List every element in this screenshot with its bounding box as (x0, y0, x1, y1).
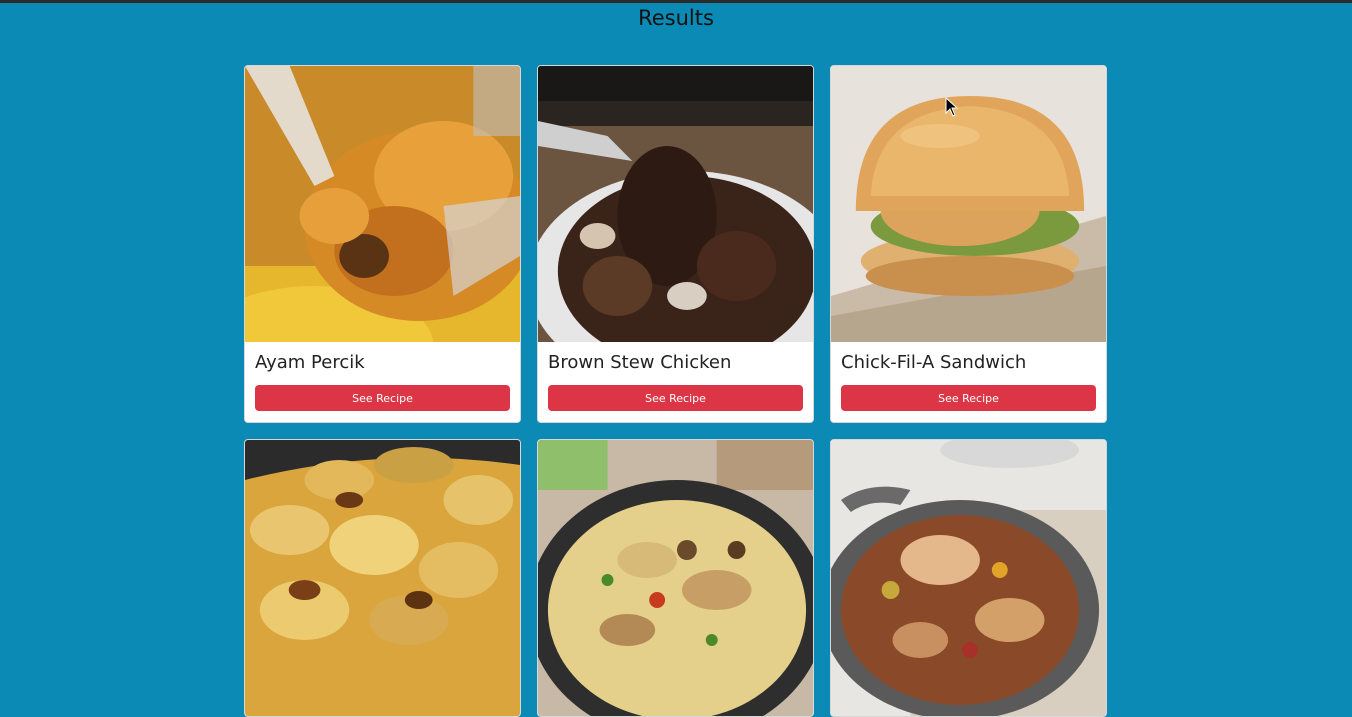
window-top-bar (0, 0, 1352, 3)
recipe-image[interactable] (538, 440, 813, 716)
recipe-image[interactable] (245, 66, 520, 342)
recipe-image[interactable] (538, 66, 813, 342)
recipe-image[interactable] (831, 440, 1106, 716)
recipe-card (830, 439, 1107, 717)
mouse-cursor-icon (945, 97, 959, 117)
recipe-image[interactable] (831, 66, 1106, 342)
recipe-card (537, 439, 814, 717)
recipe-title: Chick-Fil-A Sandwich (841, 352, 1027, 373)
recipe-title: Brown Stew Chicken (548, 352, 732, 373)
see-recipe-button[interactable]: See Recipe (255, 385, 510, 411)
recipe-title: Ayam Percik (255, 352, 365, 373)
recipe-card: Chick-Fil-A Sandwich See Recipe (830, 65, 1107, 423)
see-recipe-button[interactable]: See Recipe (548, 385, 803, 411)
see-recipe-button[interactable]: See Recipe (841, 385, 1096, 411)
recipe-image[interactable] (245, 440, 520, 716)
recipe-card: Ayam Percik See Recipe (244, 65, 521, 423)
recipe-card: Brown Stew Chicken See Recipe (537, 65, 814, 423)
page-title: Results (638, 6, 714, 30)
recipe-card (244, 439, 521, 717)
